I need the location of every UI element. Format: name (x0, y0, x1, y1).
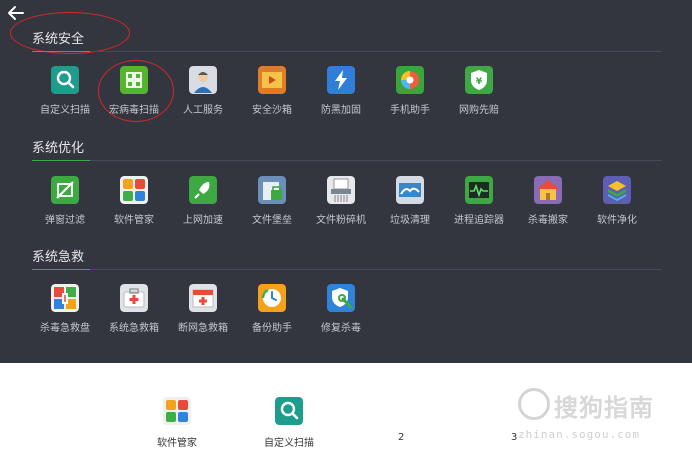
backup-assistant-icon (258, 284, 286, 312)
tool-popup-filter[interactable]: 弹窗过滤 (28, 176, 102, 226)
page-number[interactable]: 3 (511, 432, 517, 443)
back-arrow-icon[interactable] (4, 3, 26, 23)
section-title-optimization: 系统优化 (32, 141, 85, 156)
software-manager-icon (163, 397, 191, 425)
tool-antivirus-move[interactable]: 杀毒搬家 (511, 176, 585, 226)
network-first-aid-kit-icon (189, 284, 217, 312)
tool-software-manager[interactable]: 软件管家 (97, 176, 171, 226)
sogou-logo-icon (518, 388, 550, 420)
process-tracker-icon (465, 176, 493, 204)
tool-junk-cleanup[interactable]: 垃圾清理 (373, 176, 447, 226)
system-first-aid-kit-icon (120, 284, 148, 312)
tool-label: 宏病毒扫描 (109, 105, 159, 116)
tool-label: 文件堡垒 (252, 215, 292, 226)
custom-scan-icon (51, 66, 79, 94)
watermark-url: zhinan.sogou.com (518, 428, 640, 441)
popup-filter-icon (51, 176, 79, 204)
tool-software-purify[interactable]: 软件净化 (580, 176, 654, 226)
tool-label: 垃圾清理 (390, 215, 430, 226)
tool-backup-assistant[interactable]: 备份助手 (235, 284, 309, 334)
watermark-text: 搜狗指南 (554, 394, 654, 422)
junk-cleanup-icon (396, 176, 424, 204)
repair-antivirus-icon (327, 284, 355, 312)
dock-label: 自定义扫描 (264, 438, 314, 449)
security-sandbox-icon (258, 66, 286, 94)
dock-software-manager[interactable]: 软件管家 (137, 397, 217, 449)
dock-label: 软件管家 (157, 438, 197, 449)
tool-label: 手机助手 (390, 105, 430, 116)
tool-repair-antivirus[interactable]: 修复杀毒 (304, 284, 378, 334)
svg-text:¥: ¥ (476, 77, 483, 87)
tool-process-tracker[interactable]: 进程追踪器 (442, 176, 516, 226)
tool-file-shredder[interactable]: 文件粉碎机 (304, 176, 378, 226)
phone-assistant-icon (396, 66, 424, 94)
tool-security-sandbox[interactable]: 安全沙箱 (235, 66, 309, 116)
section-title-first-aid: 系统急救 (32, 250, 85, 265)
internet-accelerate-icon (189, 176, 217, 204)
toolbox-panel: 系统安全 自定义扫描 宏病毒扫描 人工服务 安全沙箱 防黑加固 手机助手 ¥ 网… (0, 0, 692, 363)
tool-label: 杀毒搬家 (528, 215, 568, 226)
tool-network-first-aid[interactable]: 断网急救箱 (166, 284, 240, 334)
tool-system-first-aid[interactable]: 系统急救箱 (97, 284, 171, 334)
tool-macro-virus-scan[interactable]: 宏病毒扫描 (97, 66, 171, 116)
tool-shopping-compensation[interactable]: ¥ 网购先赔 (442, 66, 516, 116)
tool-label: 进程追踪器 (454, 215, 504, 226)
tool-label: 系统急救箱 (109, 323, 159, 334)
section-title-security: 系统安全 (32, 32, 85, 47)
tool-label: 软件净化 (597, 215, 637, 226)
tool-label: 自定义扫描 (40, 105, 90, 116)
tool-custom-scan[interactable]: 自定义扫描 (28, 66, 102, 116)
tool-label: 安全沙箱 (252, 105, 292, 116)
tool-file-fortress[interactable]: 文件堡垒 (235, 176, 309, 226)
tool-label: 弹窗过滤 (45, 215, 85, 226)
tool-internet-accelerate[interactable]: 上网加速 (166, 176, 240, 226)
dock-custom-scan[interactable]: 自定义扫描 (249, 397, 329, 449)
section-divider (32, 160, 662, 161)
tool-label: 杀毒急救盘 (40, 323, 90, 334)
antivirus-rescue-disk-icon (51, 284, 79, 312)
tool-phone-assistant[interactable]: 手机助手 (373, 66, 447, 116)
tool-label: 上网加速 (183, 215, 223, 226)
tool-label: 备份助手 (252, 323, 292, 334)
sogou-watermark: 搜狗指南 zhinan.sogou.com (518, 386, 688, 446)
page-number[interactable]: 2 (398, 432, 404, 443)
tool-label: 修复杀毒 (321, 323, 361, 334)
tool-anti-hack[interactable]: 防黑加固 (304, 66, 378, 116)
tool-label: 网购先赔 (459, 105, 499, 116)
section-divider (32, 51, 662, 52)
custom-scan-icon (275, 397, 303, 425)
tool-manual-service[interactable]: 人工服务 (166, 66, 240, 116)
tool-antivirus-rescue-disk[interactable]: 杀毒急救盘 (28, 284, 102, 334)
software-manager-icon (120, 176, 148, 204)
shopping-compensation-icon: ¥ (465, 66, 493, 94)
tool-label: 断网急救箱 (178, 323, 228, 334)
file-fortress-icon (258, 176, 286, 204)
tool-label: 防黑加固 (321, 105, 361, 116)
tool-label: 软件管家 (114, 215, 154, 226)
section-divider (32, 269, 662, 270)
anti-hack-hardening-icon (327, 66, 355, 94)
macro-virus-scan-icon (120, 66, 148, 94)
software-purify-icon (603, 176, 631, 204)
antivirus-move-icon (534, 176, 562, 204)
tool-label: 人工服务 (183, 105, 223, 116)
tool-label: 文件粉碎机 (316, 215, 366, 226)
manual-service-icon (189, 66, 217, 94)
file-shredder-icon (327, 176, 355, 204)
